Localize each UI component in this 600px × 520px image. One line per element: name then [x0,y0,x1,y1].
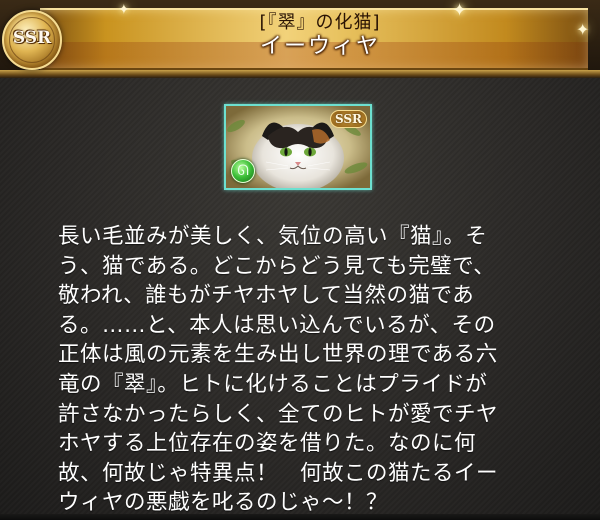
wind-element-icon: ᘏ [231,159,255,183]
ssr-rarity-emblem: SSR [2,10,62,70]
sparkle-icon: ✦ [452,0,468,21]
sparkle-icon: ✦ [118,2,130,18]
character-description: 長い毛並みが美しく、気位の高い『猫』。そ う、猫である。どこからどう見ても完璧で… [58,224,499,516]
header-banner: [『翠』の化猫] イーウィヤ ✦ ✦ ✦ [0,0,600,78]
card-rarity-badge: SSR [329,110,367,128]
sparkle-icon: ✦ [576,20,590,39]
character-card-thumbnail[interactable]: SSR ᘏ [224,104,372,190]
bottom-trim [0,514,600,520]
character-profile-panel: [『翠』の化猫] イーウィヤ ✦ ✦ ✦ SSR SSR ᘏ 長い毛並みが美しく… [0,0,600,520]
character-title: [『翠』の化猫] [259,12,381,33]
rarity-label: SSR [12,28,52,48]
header-trim [0,70,600,78]
character-name: イーウィヤ [259,34,380,59]
